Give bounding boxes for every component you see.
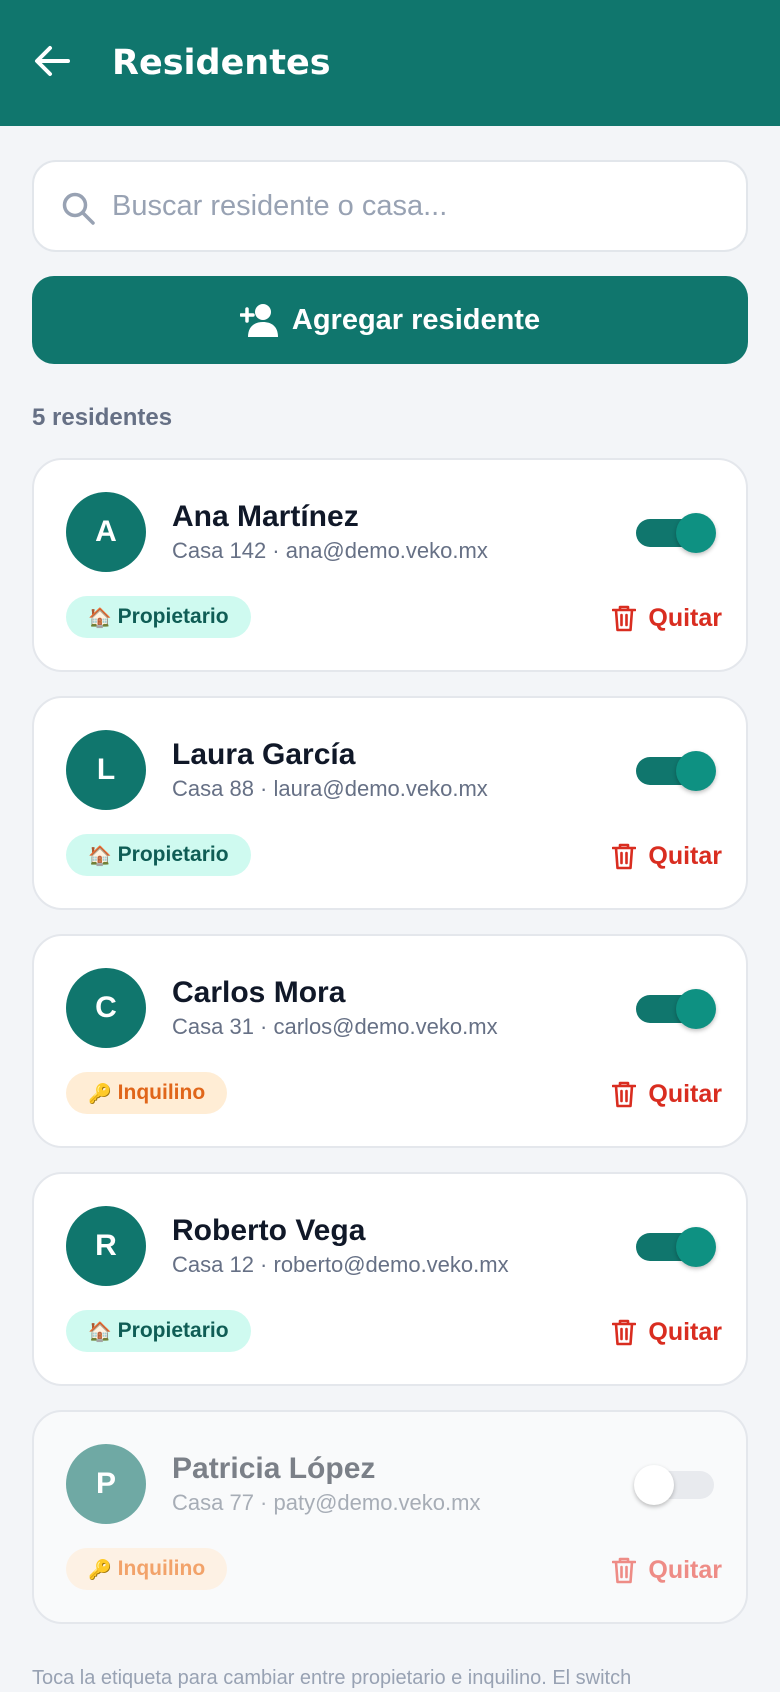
add-resident-label: Agregar residente bbox=[291, 303, 541, 336]
arrow-left-icon bbox=[35, 46, 70, 76]
app-bar: Residentes bbox=[0, 0, 780, 126]
resident-details: Casa 77 · paty@demo.veko.mx bbox=[172, 1490, 481, 1515]
add-person-icon bbox=[239, 304, 278, 337]
toggle-knob bbox=[676, 1227, 716, 1267]
remove-button[interactable]: Quitar bbox=[598, 1548, 722, 1592]
avatar: C bbox=[66, 968, 146, 1048]
key-icon: 🔑 bbox=[88, 1558, 112, 1581]
active-toggle[interactable] bbox=[634, 984, 716, 1034]
role-label: Inquilino bbox=[117, 1557, 206, 1580]
trash-icon bbox=[612, 1081, 637, 1108]
toggle-knob bbox=[676, 513, 716, 553]
active-toggle[interactable] bbox=[634, 1460, 716, 1510]
remove-button[interactable]: Quitar bbox=[598, 834, 722, 878]
role-label: Propietario bbox=[117, 843, 229, 866]
resident-name: Carlos Mora bbox=[172, 976, 346, 1009]
remove-label: Quitar bbox=[648, 1555, 722, 1584]
remove-button[interactable]: Quitar bbox=[598, 1072, 722, 1116]
resident-count: 5 residentes bbox=[32, 404, 173, 431]
resident-details: Casa 142 · ana@demo.veko.mx bbox=[172, 538, 488, 563]
search-box[interactable] bbox=[32, 160, 748, 252]
resident-card: P Patricia López Casa 77 · paty@demo.veko.… bbox=[32, 1410, 748, 1624]
role-tag[interactable]: 🔑 Inquilino bbox=[66, 1072, 228, 1114]
toggle-knob bbox=[676, 751, 716, 791]
page-title: Residentes bbox=[112, 43, 331, 83]
resident-card: R Roberto Vega Casa 12 · roberto@demo.veko… bbox=[32, 1172, 748, 1386]
resident-name: Roberto Vega bbox=[172, 1214, 366, 1247]
trash-icon bbox=[612, 843, 637, 870]
avatar: L bbox=[66, 730, 146, 810]
active-toggle[interactable] bbox=[634, 508, 716, 558]
resident-name: Ana Martínez bbox=[172, 500, 359, 533]
trash-icon bbox=[612, 1557, 637, 1584]
role-tag[interactable]: 🏠 Propietario bbox=[66, 834, 251, 876]
resident-details: Casa 88 · laura@demo.veko.mx bbox=[172, 776, 488, 801]
key-icon: 🔑 bbox=[88, 1082, 112, 1105]
house-icon: 🏠 bbox=[88, 606, 112, 629]
avatar: P bbox=[66, 1444, 146, 1524]
remove-button[interactable]: Quitar bbox=[598, 596, 722, 640]
house-icon: 🏠 bbox=[88, 1320, 112, 1343]
trash-icon bbox=[612, 1319, 637, 1346]
toggle-knob bbox=[676, 989, 716, 1029]
back-button[interactable] bbox=[32, 41, 72, 81]
role-tag[interactable]: 🏠 Propietario bbox=[66, 596, 251, 638]
role-label: Propietario bbox=[117, 1319, 229, 1342]
add-resident-button[interactable]: Agregar residente bbox=[32, 276, 748, 364]
resident-name: Patricia López bbox=[172, 1452, 376, 1485]
house-icon: 🏠 bbox=[88, 844, 112, 867]
resident-card: L Laura García Casa 88 · laura@demo.veko.m… bbox=[32, 696, 748, 910]
remove-label: Quitar bbox=[648, 1079, 722, 1108]
resident-card: C Carlos Mora Casa 31 · carlos@demo.veko.m… bbox=[32, 934, 748, 1148]
role-label: Propietario bbox=[117, 605, 229, 628]
resident-name: Laura García bbox=[172, 738, 356, 771]
avatar: A bbox=[66, 492, 146, 572]
resident-card: A Ana Martínez Casa 142 · ana@demo.veko.mx… bbox=[32, 458, 748, 672]
remove-label: Quitar bbox=[648, 841, 722, 870]
resident-details: Casa 31 · carlos@demo.veko.mx bbox=[172, 1014, 498, 1039]
active-toggle[interactable] bbox=[634, 1222, 716, 1272]
remove-label: Quitar bbox=[648, 603, 722, 632]
resident-details: Casa 12 · roberto@demo.veko.mx bbox=[172, 1252, 509, 1277]
active-toggle[interactable] bbox=[634, 746, 716, 796]
trash-icon bbox=[612, 605, 637, 632]
role-tag[interactable]: 🔑 Inquilino bbox=[66, 1548, 228, 1590]
search-input[interactable] bbox=[112, 180, 722, 232]
toggle-knob bbox=[634, 1465, 674, 1505]
role-label: Inquilino bbox=[117, 1081, 206, 1104]
remove-label: Quitar bbox=[648, 1317, 722, 1346]
avatar: R bbox=[66, 1206, 146, 1286]
role-tag[interactable]: 🏠 Propietario bbox=[66, 1310, 251, 1352]
search-icon bbox=[62, 192, 95, 225]
remove-button[interactable]: Quitar bbox=[598, 1310, 722, 1354]
